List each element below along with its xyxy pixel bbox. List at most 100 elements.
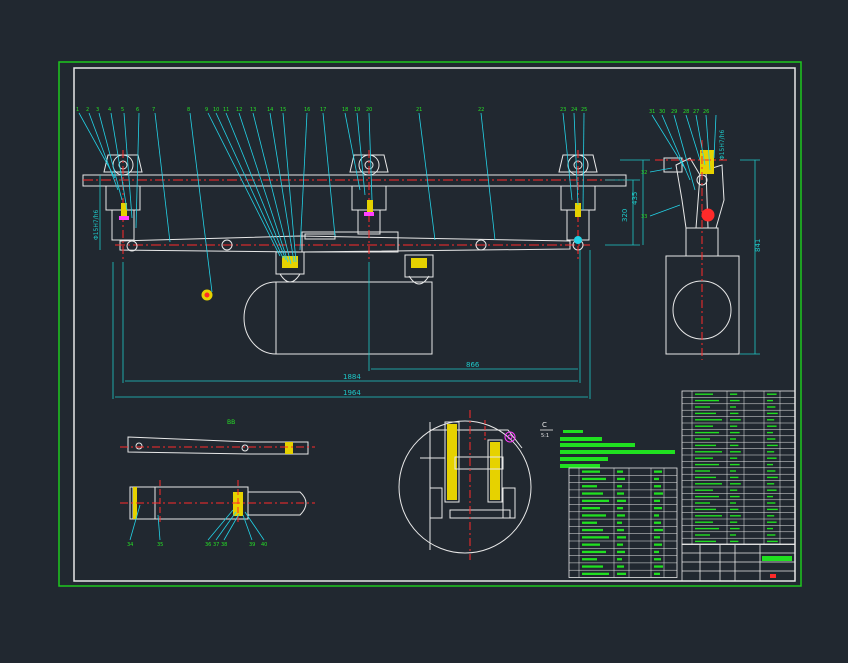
parts-cell: [767, 451, 775, 453]
inner-frame: [73, 67, 796, 582]
svg-text:2: 2: [86, 107, 89, 113]
svg-text:40: 40: [261, 542, 267, 548]
detail-b-leaders: [129, 504, 265, 541]
parts-row: [582, 499, 660, 502]
parts-cell: [730, 399, 740, 402]
parts-row: [582, 507, 662, 510]
parts-cell: [617, 528, 624, 532]
parts-cell: [582, 514, 606, 517]
parts-cell: [617, 550, 625, 554]
part-numbers-front: 123 456 789 10 11 12 13 14 15 16 17 18 19 20 21 …: [76, 107, 587, 113]
parts-cell: [695, 451, 722, 453]
parts-cell: [617, 477, 625, 481]
parts-cell: [695, 431, 719, 434]
parts-cell: [695, 534, 710, 536]
parts-cell: [730, 431, 740, 434]
parts-row: [695, 508, 778, 511]
parts-cell: [695, 393, 713, 395]
parts-row: [582, 550, 659, 554]
parts-cell: [582, 470, 600, 473]
parts-cell: [654, 558, 661, 561]
parts-cell: [767, 438, 776, 440]
parts-row: [695, 451, 775, 453]
parts-row: [695, 534, 776, 536]
parts-row: [695, 399, 773, 402]
svg-text:20: 20: [366, 107, 372, 113]
parts-list-right: [681, 390, 796, 546]
parts-cell: [730, 540, 739, 543]
parts-cell: [730, 463, 740, 466]
svg-text:19: 19: [354, 107, 360, 113]
parts-cell: [695, 412, 716, 415]
parts-cell: [730, 451, 741, 453]
parts-cell: [730, 412, 739, 415]
parts-row: [582, 558, 661, 561]
parts-row: [582, 485, 661, 488]
svg-text:6: 6: [136, 107, 139, 113]
parts-cell: [767, 470, 776, 472]
parts-cell: [730, 476, 739, 479]
svg-text:28: 28: [683, 109, 689, 115]
parts-row: [695, 431, 773, 434]
parts-row: [582, 514, 659, 517]
svg-text:26: 26: [703, 109, 709, 115]
side-arm-left: [675, 157, 701, 229]
detail-b-top-bar: [127, 436, 309, 455]
parts-row: [695, 502, 776, 504]
parts-cell: [654, 514, 659, 517]
parts-cell: [767, 399, 773, 402]
parts-row: [695, 527, 773, 530]
parts-row: [582, 536, 660, 539]
parts-cell: [654, 572, 660, 575]
parts-cell: [695, 502, 710, 504]
parts-cell: [767, 406, 776, 408]
svg-text:30: 30: [659, 109, 665, 115]
parts-row: [695, 476, 778, 479]
parts-cell: [654, 485, 661, 488]
parts-cell: [767, 463, 773, 466]
parts-cell: [767, 393, 777, 395]
parts-cell: [695, 406, 710, 408]
parts-cell: [695, 425, 713, 427]
parts-cell: [654, 521, 661, 524]
parts-cell: [582, 543, 600, 546]
parts-cell: [730, 438, 736, 440]
svg-text:12: 12: [236, 107, 242, 113]
parts-cell: [767, 521, 777, 523]
parts-cell: [730, 425, 738, 427]
parts-cell: [695, 508, 716, 511]
svg-text:34: 34: [127, 542, 133, 548]
detail-c-label: C: [542, 421, 547, 429]
svg-text:27: 27: [693, 109, 699, 115]
parts-cell: [695, 521, 713, 523]
svg-text:8: 8: [187, 107, 190, 113]
svg-text:3: 3: [96, 107, 99, 113]
technical-notes: [560, 430, 675, 468]
parts-cell: [730, 489, 738, 491]
parts-cell: [730, 444, 739, 447]
dim-1964-text: 1964: [343, 389, 361, 397]
parts-cell: [767, 457, 777, 459]
parts-row: [582, 543, 662, 546]
svg-text:29: 29: [671, 109, 677, 115]
parts-row: [582, 521, 661, 524]
side-labels: 31 30 29 28 27 26 32 33: [641, 109, 709, 220]
parts-cell: [654, 528, 663, 532]
parts-cell: [767, 515, 775, 517]
parts-cell: [654, 507, 662, 510]
parts-cell: [617, 492, 624, 495]
detail-b-numbers: 34 35 36 37 38 39 40: [127, 542, 267, 548]
parts-cell: [767, 431, 773, 434]
parts-cell: [767, 444, 778, 447]
parts-cell: [617, 514, 625, 517]
dim-320-text: 320: [621, 209, 629, 222]
side-pin: [701, 208, 715, 222]
parts-cell: [617, 543, 623, 546]
parts-cell: [654, 492, 663, 495]
svg-text:5: 5: [121, 107, 124, 113]
parts-cell: [695, 515, 722, 517]
parts-row: [695, 463, 773, 466]
svg-text:22: 22: [478, 107, 484, 113]
parts-row: [695, 515, 775, 517]
parts-cell: [654, 543, 662, 546]
